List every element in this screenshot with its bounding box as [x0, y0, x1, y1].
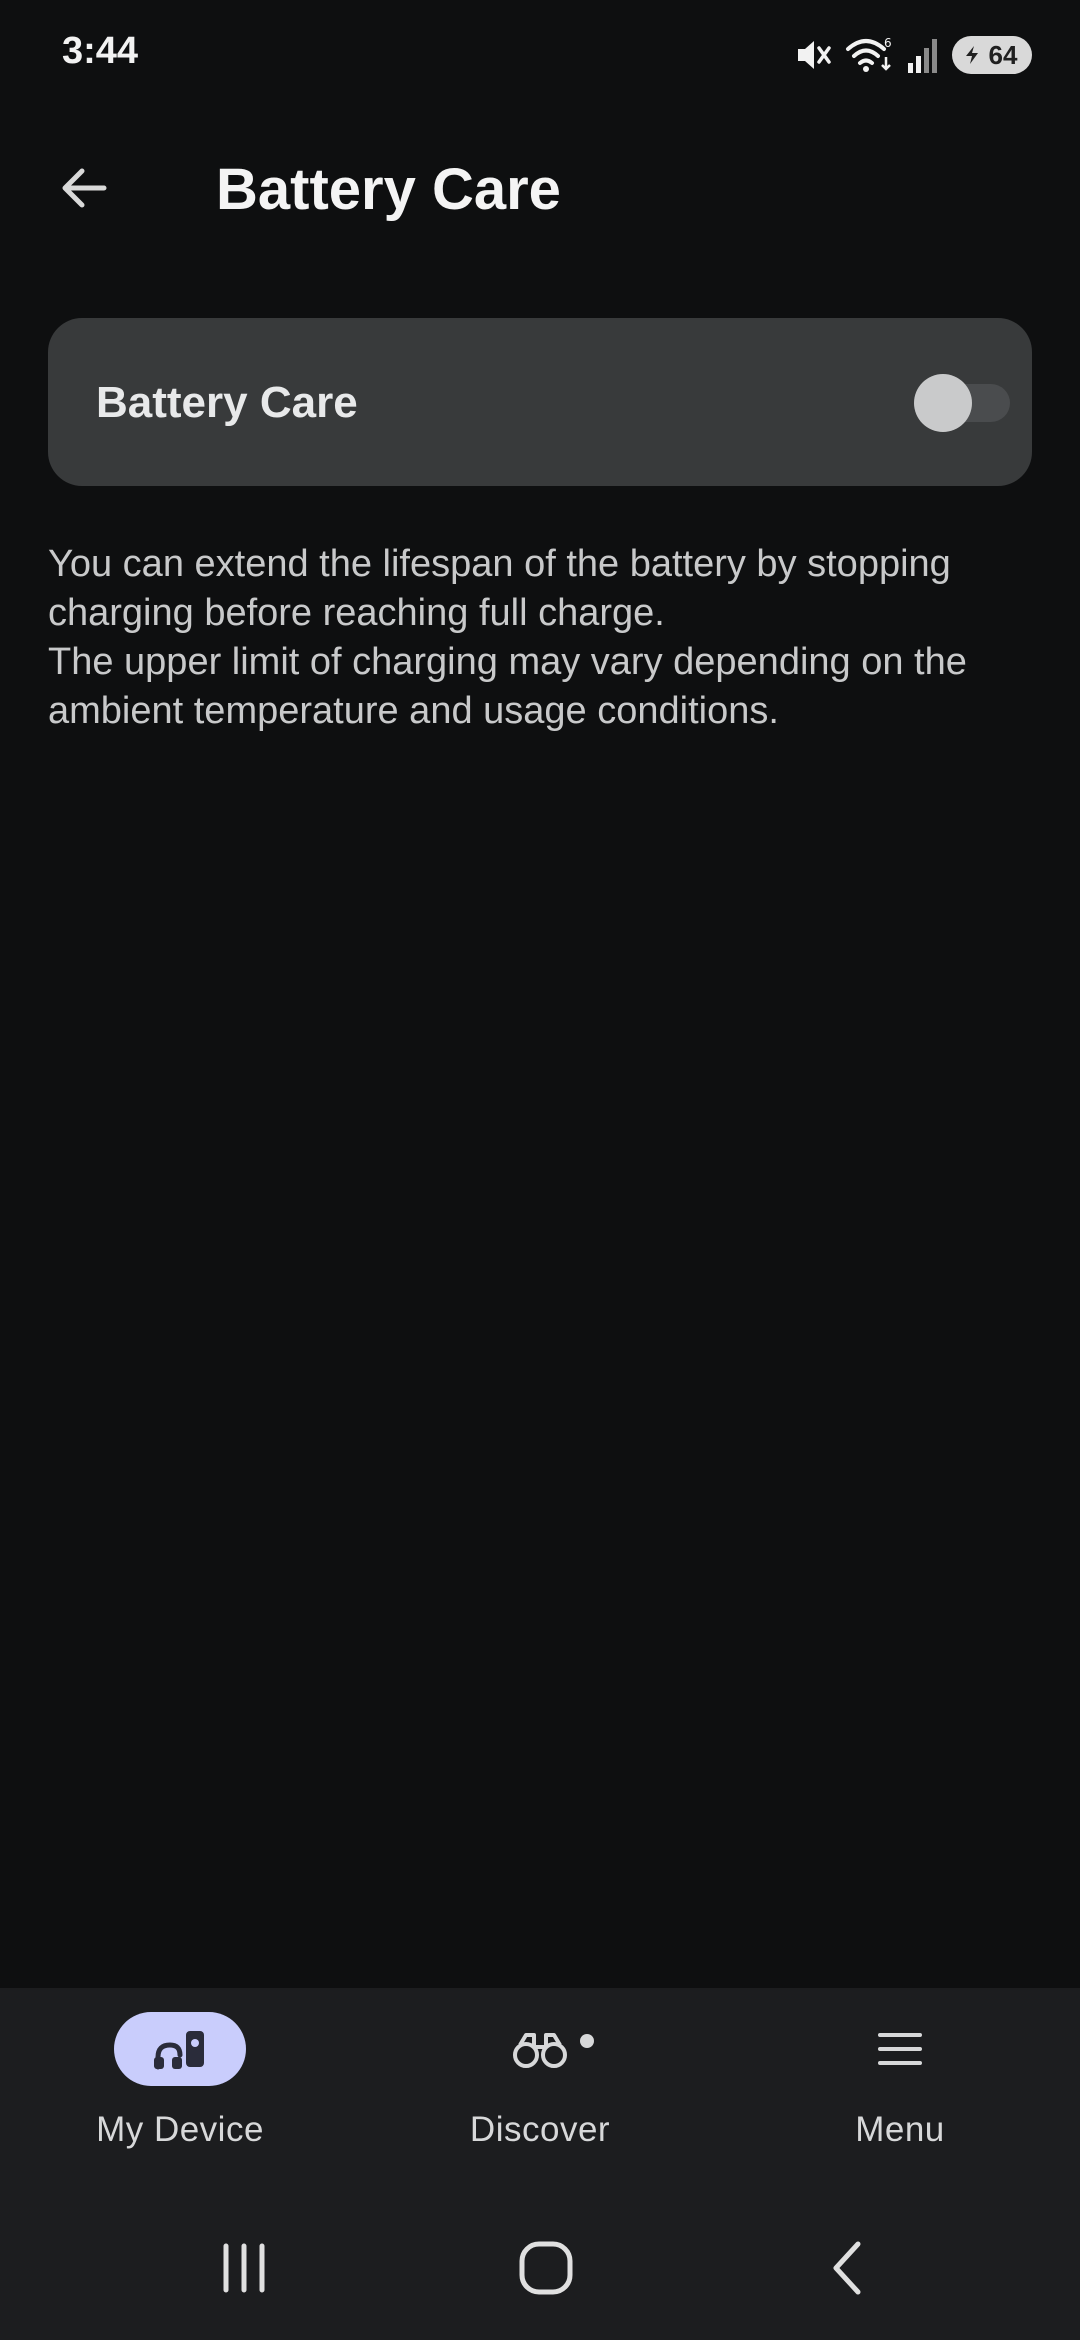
- battery-care-switch[interactable]: [914, 374, 1010, 432]
- nav-icon-wrap: [474, 2012, 606, 2086]
- description-line-2: The upper limit of charging may vary dep…: [48, 641, 967, 732]
- switch-thumb: [914, 374, 972, 432]
- nav-discover[interactable]: Discover: [360, 1988, 720, 2188]
- home-icon: [519, 2241, 573, 2295]
- home-button[interactable]: [498, 2228, 594, 2308]
- recent-apps-button[interactable]: [196, 2228, 292, 2308]
- app-screen: 3:44 6 64 Battery Care Battery Care You …: [0, 0, 1080, 2340]
- nav-icon-wrap: [834, 2012, 966, 2086]
- page-title: Battery Care: [216, 157, 561, 222]
- nav-my-device[interactable]: My Device: [0, 1988, 360, 2188]
- mute-icon: [792, 35, 832, 75]
- system-back-button[interactable]: [800, 2228, 896, 2308]
- description-line-1: You can extend the lifespan of the batte…: [48, 543, 951, 634]
- status-icons: 6 64: [792, 30, 1032, 80]
- system-navigation-bar: [0, 2188, 1080, 2340]
- nav-label-discover: Discover: [469, 2110, 611, 2149]
- bottom-navigation: My Device Discover Menu: [0, 1988, 1080, 2188]
- chevron-left-icon: [833, 2241, 861, 2295]
- battery-care-label: Battery Care: [96, 378, 358, 427]
- battery-care-description: You can extend the lifespan of the batte…: [48, 540, 1038, 736]
- earbuds-case-icon: [154, 2031, 204, 2070]
- nav-label-menu: Menu: [855, 2110, 945, 2149]
- svg-text:6: 6: [884, 36, 892, 50]
- wifi-icon: 6: [844, 35, 894, 75]
- binoculars-icon: [513, 2033, 567, 2068]
- arrow-left-icon: [62, 168, 107, 208]
- recent-apps-icon: [223, 2243, 265, 2293]
- back-button[interactable]: [42, 146, 126, 230]
- status-time: 3:44: [62, 30, 139, 72]
- battery-icon: 64: [952, 36, 1032, 74]
- status-bar: 3:44 6 64: [0, 0, 1080, 110]
- active-pill: [114, 2012, 246, 2086]
- nav-label-my-device: My Device: [96, 2110, 264, 2149]
- signal-icon: [906, 35, 940, 75]
- battery-care-toggle-row[interactable]: Battery Care: [48, 318, 1032, 486]
- app-bar: Battery Care: [0, 120, 1080, 260]
- discover-badge-dot: [580, 2034, 594, 2048]
- hamburger-menu-icon: [878, 2033, 922, 2065]
- nav-menu[interactable]: Menu: [720, 1988, 1080, 2188]
